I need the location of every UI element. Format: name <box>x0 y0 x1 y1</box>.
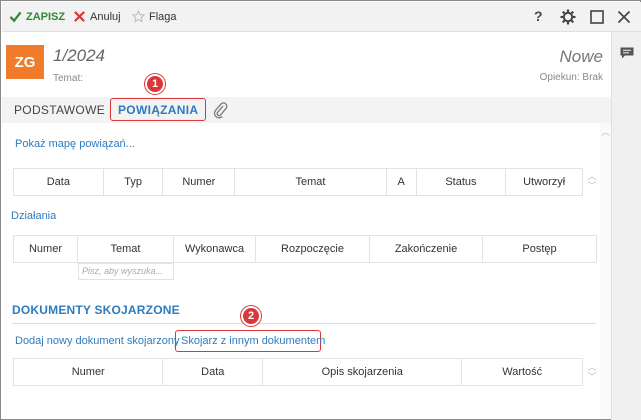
linked-docs-grid-header: Numer Data Opis skojarzenia Wartość <box>13 358 583 386</box>
star-icon <box>132 10 145 23</box>
flag-label: Flaga <box>149 10 177 23</box>
actions-grid-header: Numer Temat Wykonawca Rozpoczęcie Zakońc… <box>13 235 597 263</box>
section-divider <box>12 323 596 324</box>
toolbar: ZAPISZ Anuluj Flaga ? <box>2 2 641 32</box>
associate-doc-link[interactable]: Skojarz z innym dokumentem <box>181 335 325 347</box>
document-header: ZG 1/2024 Temat: Nowe Opiekun: Brak <box>2 32 611 98</box>
column-header[interactable]: Utworzył <box>506 169 582 195</box>
add-linked-doc-link[interactable]: Dodaj nowy dokument skojarzony <box>15 335 179 347</box>
owner-label: Opiekun: Brak <box>539 72 603 83</box>
column-header[interactable]: Typ <box>104 169 164 195</box>
cancel-button[interactable]: Anuluj <box>73 10 121 23</box>
gear-icon[interactable] <box>560 9 576 25</box>
tab-bar: PODSTAWOWE POWIĄZANIA <box>2 97 611 123</box>
callout-badge-1: 1 <box>145 74 165 94</box>
tab-relations[interactable]: POWIĄZANIA <box>118 103 198 117</box>
cancel-label: Anuluj <box>90 10 121 23</box>
linked-docs-title: DOKUMENTY SKOJARZONE <box>12 303 180 317</box>
flag-button[interactable]: Flaga <box>132 10 177 23</box>
column-header[interactable]: Zakończenie <box>370 236 483 262</box>
close-window-icon[interactable] <box>616 9 632 25</box>
column-header[interactable]: Rozpoczęcie <box>256 236 370 262</box>
column-header[interactable]: Temat <box>235 169 387 195</box>
column-header[interactable]: Status <box>417 169 507 195</box>
side-panel <box>611 32 641 420</box>
actions-title[interactable]: Działania <box>11 210 56 222</box>
help-icon[interactable]: ? <box>534 8 550 24</box>
show-relation-map-link[interactable]: Pokaż mapę powiązań... <box>15 138 135 150</box>
save-button[interactable]: ZAPISZ <box>9 10 65 23</box>
actions-filter-input[interactable]: Pisz, aby wyszuka... <box>78 263 174 280</box>
subject-label: Temat: <box>53 73 84 84</box>
document-state: Nowe <box>559 47 603 66</box>
column-header[interactable]: Data <box>163 359 264 385</box>
document-number: 1/2024 <box>53 46 105 65</box>
maximize-icon[interactable] <box>589 9 605 25</box>
scroll-up-arrow[interactable]: ︿ <box>601 125 610 138</box>
column-header[interactable]: Numer <box>14 359 164 385</box>
close-icon <box>74 11 85 22</box>
relations-grid-scroll[interactable]: ︿ ﹀ <box>587 171 597 191</box>
main-scrollbar[interactable]: ︿ <box>600 123 611 419</box>
column-header[interactable]: Data <box>14 169 104 195</box>
column-header[interactable]: Wykonawca <box>174 236 256 262</box>
checkmark-icon <box>9 11 22 23</box>
linked-docs-grid-scroll[interactable]: ︿ ﹀ <box>587 362 597 382</box>
column-header[interactable]: Wartość <box>462 359 582 385</box>
comment-icon[interactable] <box>619 46 635 60</box>
column-header[interactable]: A <box>387 169 417 195</box>
document-window: ZAPISZ Anuluj Flaga ? ZG 1/2024 Temat: N… <box>0 0 641 420</box>
column-header[interactable]: Opis skojarzenia <box>263 359 463 385</box>
relations-grid-header: Data Typ Numer Temat A Status Utworzył <box>13 168 583 196</box>
paperclip-icon[interactable] <box>212 101 228 119</box>
column-header[interactable]: Numer <box>163 169 236 195</box>
column-header[interactable]: Temat <box>78 236 174 262</box>
tab-basic[interactable]: PODSTAWOWE <box>14 103 105 117</box>
callout-badge-2: 2 <box>241 306 261 326</box>
column-header[interactable]: Postęp <box>483 236 596 262</box>
column-header[interactable]: Numer <box>14 236 78 262</box>
avatar: ZG <box>6 45 44 79</box>
save-label: ZAPISZ <box>26 10 66 23</box>
